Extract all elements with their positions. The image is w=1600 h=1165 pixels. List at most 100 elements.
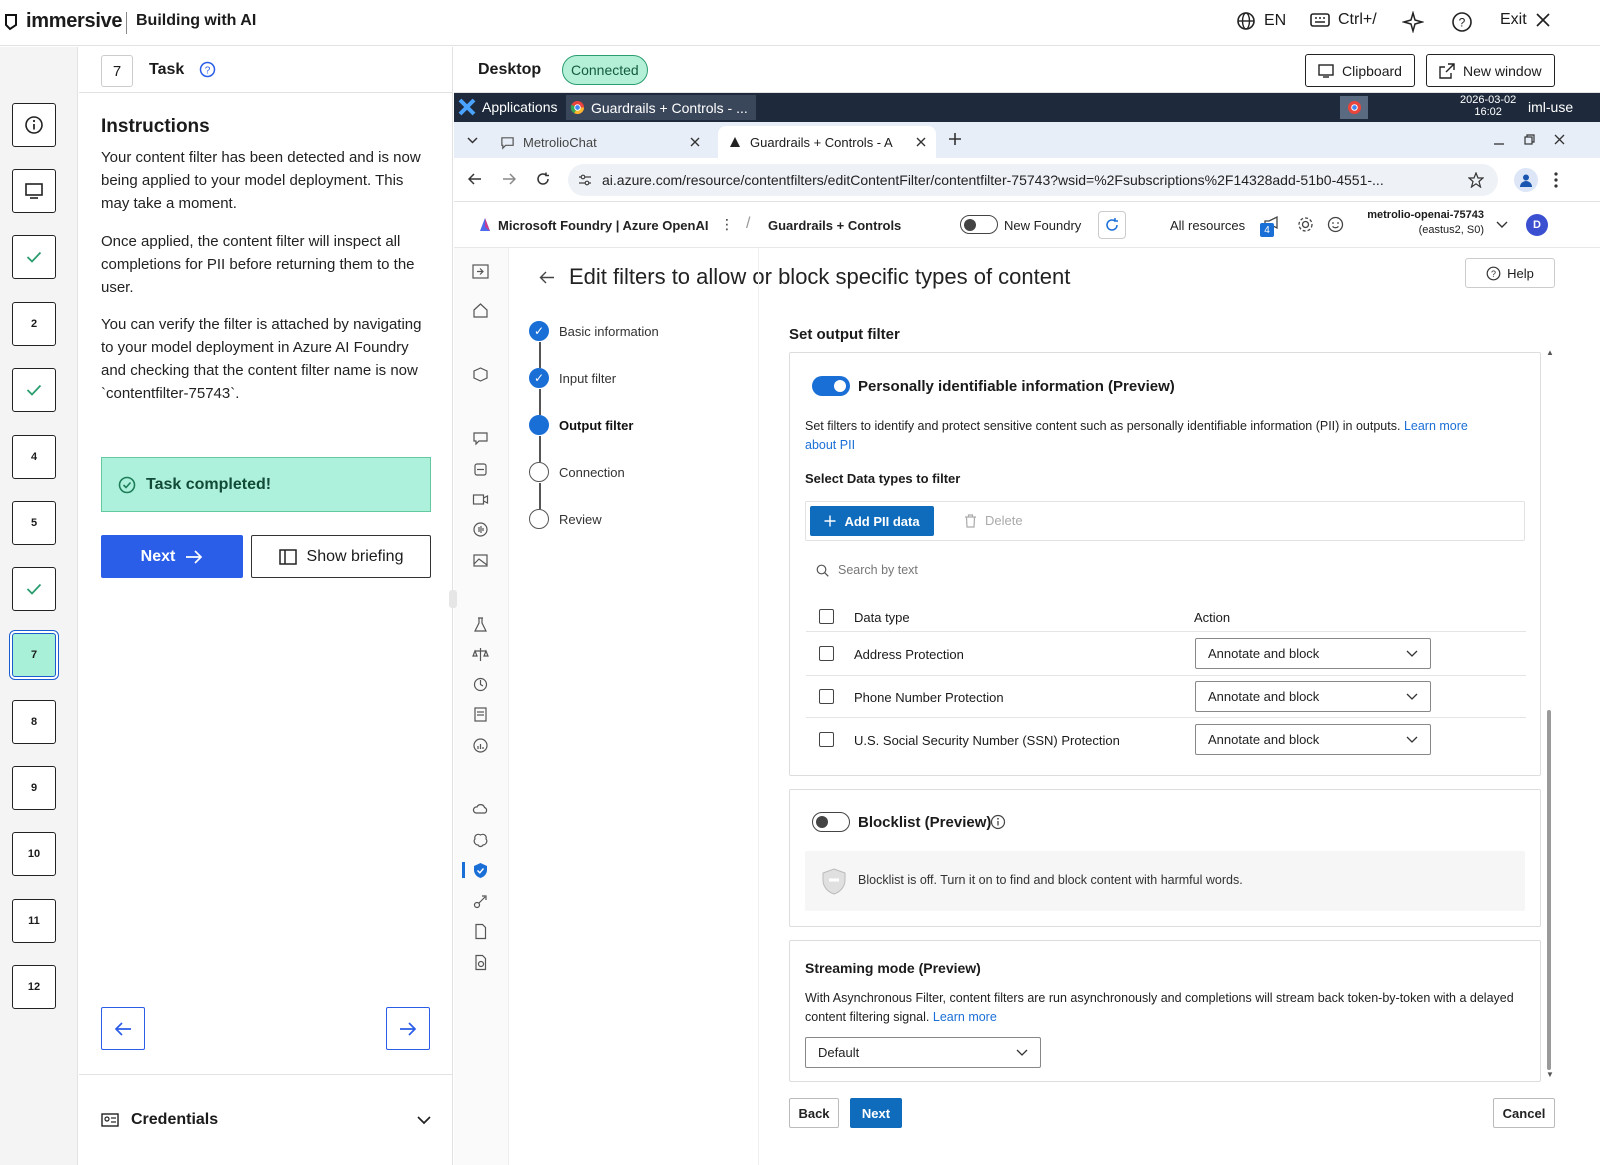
step-button-4[interactable]: 2	[12, 302, 56, 346]
step-button-3[interactable]	[12, 235, 56, 279]
brain-icon[interactable]	[472, 832, 489, 849]
taskbar-window-button[interactable]: Guardrails + Controls - ...	[566, 95, 756, 120]
chevron-down-icon[interactable]	[1496, 221, 1508, 229]
row-checkbox[interactable]	[819, 646, 834, 661]
step-button-6[interactable]: 4	[12, 435, 56, 479]
models-icon[interactable]	[472, 366, 489, 383]
add-pii-button[interactable]: Add PII data	[810, 506, 934, 536]
home-icon[interactable]	[472, 302, 489, 319]
previous-step-button[interactable]	[101, 1007, 145, 1050]
feedback-button[interactable]	[1327, 216, 1344, 233]
wizard-step-review[interactable]: Review	[529, 509, 602, 529]
cloud-icon[interactable]	[472, 801, 489, 818]
row-checkbox[interactable]	[819, 732, 834, 747]
applications-menu[interactable]: Applications	[458, 98, 558, 116]
fine-tuning-icon[interactable]	[472, 676, 489, 693]
clipboard-button[interactable]: Clipboard	[1305, 54, 1415, 87]
cancel-button[interactable]: Cancel	[1493, 1098, 1555, 1128]
address-bar[interactable]: ai.azure.com/resource/contentfilters/edi…	[568, 164, 1498, 196]
reload-button[interactable]	[536, 172, 550, 186]
settings-button[interactable]	[1297, 216, 1314, 233]
new-tab-button[interactable]	[948, 132, 962, 146]
wizard-step-basic-information[interactable]: ✓ Basic information	[529, 321, 659, 341]
exit-button[interactable]: Exit	[1500, 11, 1551, 29]
scroll-down-arrow[interactable]: ▼	[1546, 1070, 1554, 1079]
data-files-icon[interactable]	[472, 954, 489, 971]
delete-button[interactable]: Delete	[964, 513, 1023, 528]
action-dropdown[interactable]: Annotate and block	[1195, 638, 1431, 669]
scrollbar-thumb[interactable]	[1547, 710, 1551, 1070]
back-button[interactable]	[468, 173, 482, 185]
wizard-step-connection[interactable]: Connection	[529, 462, 625, 482]
task-help-icon[interactable]: ?	[199, 61, 216, 78]
ai-assistant-button[interactable]	[1402, 11, 1424, 33]
profile-icon[interactable]	[1514, 168, 1538, 192]
bookmark-star-icon[interactable]	[1468, 172, 1484, 188]
next-task-button[interactable]: Next	[101, 535, 243, 578]
breadcrumb-guardrails[interactable]: Guardrails + Controls	[768, 218, 901, 233]
help-button[interactable]: ? Help	[1465, 258, 1555, 288]
step-button-2[interactable]	[12, 169, 56, 213]
close-window-button[interactable]	[1554, 134, 1565, 145]
browser-menu-icon[interactable]	[1554, 172, 1558, 188]
step-button-7[interactable]: 5	[12, 501, 56, 545]
info-icon[interactable]	[990, 814, 1006, 830]
video-icon[interactable]	[472, 491, 489, 508]
more-options-icon[interactable]: ⋮	[720, 216, 734, 233]
step-button-9[interactable]: 7	[12, 633, 56, 677]
avatar[interactable]: D	[1526, 214, 1548, 236]
help-button[interactable]: ?	[1451, 11, 1473, 33]
site-info-icon[interactable]	[578, 173, 592, 187]
browser-tab-guardrails[interactable]: Guardrails + Controls - A	[718, 126, 936, 158]
scales-icon[interactable]	[472, 646, 489, 663]
action-dropdown[interactable]: Annotate and block	[1195, 681, 1431, 712]
minimize-button[interactable]	[1494, 136, 1504, 146]
action-dropdown[interactable]: Annotate and block	[1195, 724, 1431, 755]
tab-list-button[interactable]	[462, 130, 482, 150]
shield-icon[interactable]	[472, 862, 489, 879]
step-button-5[interactable]	[12, 368, 56, 412]
collapse-nav-icon[interactable]	[472, 263, 489, 280]
streaming-mode-dropdown[interactable]: Default	[805, 1037, 1041, 1068]
back-button[interactable]: Back	[789, 1098, 839, 1128]
pii-learn-more-link[interactable]: Learn more	[1404, 419, 1468, 433]
select-all-checkbox[interactable]	[819, 609, 834, 624]
step-button-11[interactable]: 9	[12, 766, 56, 810]
new-window-button[interactable]: New window	[1426, 54, 1555, 87]
streaming-learn-more-link[interactable]: Learn more	[933, 1010, 997, 1024]
panel-resize-handle[interactable]	[449, 590, 457, 608]
resource-picker[interactable]: metrolio-openai-75743 (eastus2, S0)	[1364, 208, 1484, 238]
step-button-10[interactable]: 8	[12, 700, 56, 744]
blocklist-toggle[interactable]	[812, 812, 850, 832]
step-button-1[interactable]	[12, 103, 56, 147]
batch-jobs-icon[interactable]	[472, 706, 489, 723]
credentials-section[interactable]: Credentials	[79, 1074, 453, 1165]
new-foundry-toggle[interactable]	[960, 215, 998, 234]
pii-learn-more-link-2[interactable]: about PII	[805, 438, 855, 452]
step-button-8[interactable]	[12, 567, 56, 611]
next-button[interactable]: Next	[850, 1098, 902, 1128]
monitoring-icon[interactable]	[472, 737, 489, 754]
connections-icon[interactable]	[472, 893, 489, 910]
scrollbar[interactable]: ▲ ▼	[1545, 348, 1554, 1080]
wizard-step-output-filter[interactable]: Output filter	[529, 415, 633, 435]
audio-icon[interactable]	[472, 521, 489, 538]
document-icon[interactable]	[472, 923, 489, 940]
row-checkbox[interactable]	[819, 689, 834, 704]
notifications-button[interactable]: 4	[1260, 214, 1282, 237]
remote-desktop[interactable]: Applications Guardrails + Controls - ...…	[454, 93, 1600, 1165]
wizard-step-input-filter[interactable]: ✓ Input filter	[529, 368, 616, 388]
all-resources-link[interactable]: All resources	[1170, 218, 1245, 233]
images-icon[interactable]	[472, 552, 489, 569]
close-tab-icon[interactable]	[916, 137, 926, 147]
next-step-button[interactable]	[386, 1007, 430, 1050]
assistants-icon[interactable]	[472, 461, 489, 478]
browser-tab-metroliochat[interactable]: MetrolioChat	[490, 126, 710, 158]
step-button-14[interactable]: 12	[12, 965, 56, 1009]
product-name[interactable]: Microsoft Foundry | Azure OpenAI	[498, 218, 708, 233]
scroll-up-arrow[interactable]: ▲	[1546, 348, 1554, 357]
step-button-12[interactable]: 10	[12, 832, 56, 876]
pii-search[interactable]: Search by text	[816, 563, 918, 577]
shortcuts-button[interactable]: Ctrl+/	[1310, 11, 1377, 29]
sync-button[interactable]	[1098, 211, 1126, 239]
